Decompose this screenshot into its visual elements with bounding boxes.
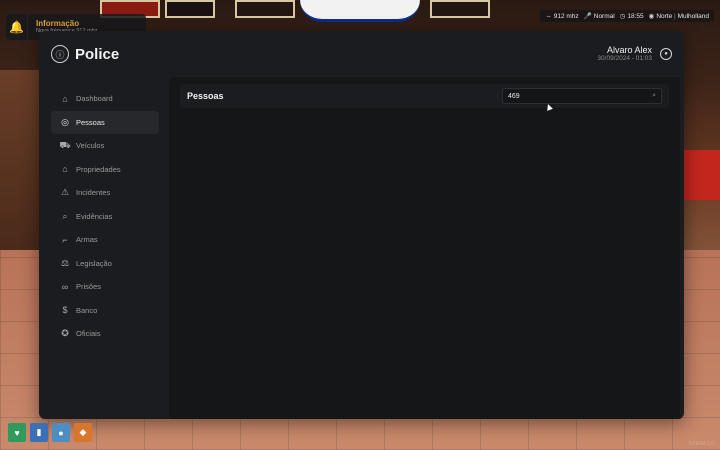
user-profile-icon[interactable]: ● <box>660 48 672 60</box>
sidebar-item-veiculos[interactable]: ⛟ Veículos <box>51 134 159 158</box>
player-status-bar: ♥ ▮ ● ◆ <box>8 423 92 442</box>
dollar-icon: $ <box>62 305 68 316</box>
sidebar-item-incidentes[interactable]: ⚠ Incidentes <box>51 181 159 205</box>
sidebar-item-propriedades[interactable]: ⌂ Propriedades <box>51 158 159 182</box>
sidebar-item-evidencias[interactable]: ⌕ Evidências <box>51 205 159 229</box>
sidebar-item-armas[interactable]: ⌐ Armas <box>51 228 159 252</box>
radio-icon: ⇔ <box>545 12 552 20</box>
sidebar-item-prisoes[interactable]: ∞ Prisões <box>51 275 159 299</box>
compass-icon: ◉ <box>648 13 655 20</box>
search-box[interactable]: ⌕ <box>502 88 662 104</box>
search-icon[interactable]: ⌕ <box>652 92 656 100</box>
home-icon: ⌂ <box>62 93 68 104</box>
user-circle-icon: ◎ <box>61 116 69 127</box>
sidebar-item-legislacao[interactable]: ⚖ Legislação <box>51 252 159 276</box>
food-icon: ◆ <box>74 423 92 442</box>
microphone-icon: 🎤 <box>583 13 592 20</box>
user-datetime: 30/09/2024 - 01:03 <box>597 55 652 63</box>
page-title: Pessoas <box>187 91 224 101</box>
clock-icon: ◷ <box>619 13 626 20</box>
user-info: Alvaro Alex 30/09/2024 - 01:03 <box>597 45 652 63</box>
gavel-icon: ⚖ <box>60 257 70 268</box>
red-stripe <box>680 150 720 200</box>
hud-bar: ⇔ 912 mhz 🎤 Normal ◷ 18:55 ◉ Norte | Mulholl… <box>540 10 714 22</box>
sidebar-item-banco[interactable]: $ Banco <box>51 299 159 323</box>
version-watermark: NTEXA 1.0 <box>689 441 714 447</box>
search-input[interactable] <box>508 92 653 100</box>
radio-indicator: ⇔ 912 mhz <box>545 12 579 20</box>
car-icon: ⛟ <box>59 139 71 150</box>
user-name: Alvaro Alex <box>606 45 652 56</box>
search-icon: ⌕ <box>62 210 68 221</box>
police-tablet: ⓘ Police Alvaro Alex 30/09/2024 - 01:03 … <box>39 31 684 419</box>
house-icon: ⌂ <box>62 164 68 175</box>
notification-title: Informação <box>36 18 80 28</box>
handcuffs-icon: ∞ <box>61 281 69 292</box>
tablet-header: ⓘ Police Alvaro Alex 30/09/2024 - 01:03 … <box>39 31 684 77</box>
vest-icon: ▮ <box>30 423 48 442</box>
clock-indicator: ◷ 18:55 <box>619 13 644 20</box>
menu-board <box>235 0 295 18</box>
content-panel: Pessoas ⌕ <box>169 77 680 419</box>
gun-icon: ⌐ <box>62 234 68 245</box>
menu-board <box>165 0 215 18</box>
store-logo <box>300 0 420 22</box>
police-badge-icon: ⓘ <box>51 45 69 63</box>
menu-board <box>430 0 490 18</box>
sidebar-item-dashboard[interactable]: ⌂ Dashboard <box>51 87 159 111</box>
badge-icon: ✪ <box>61 328 69 339</box>
content-header: Pessoas ⌕ <box>180 84 669 108</box>
sidebar: ⌂ Dashboard ◎ Pessoas ⛟ Veículos ⌂ Propr… <box>51 87 159 346</box>
sidebar-item-pessoas[interactable]: ◎ Pessoas <box>51 110 159 134</box>
bell-icon: 🔔 <box>6 14 28 40</box>
voice-indicator: 🎤 Normal <box>583 13 615 20</box>
app-title: Police <box>75 45 120 63</box>
location-indicator: ◉ Norte | Mulholland <box>648 13 709 20</box>
counter <box>0 70 40 250</box>
drop-icon: ● <box>52 423 70 442</box>
heart-icon: ♥ <box>8 423 26 442</box>
warning-icon: ⚠ <box>60 187 70 198</box>
sidebar-item-oficiais[interactable]: ✪ Oficiais <box>51 322 159 346</box>
